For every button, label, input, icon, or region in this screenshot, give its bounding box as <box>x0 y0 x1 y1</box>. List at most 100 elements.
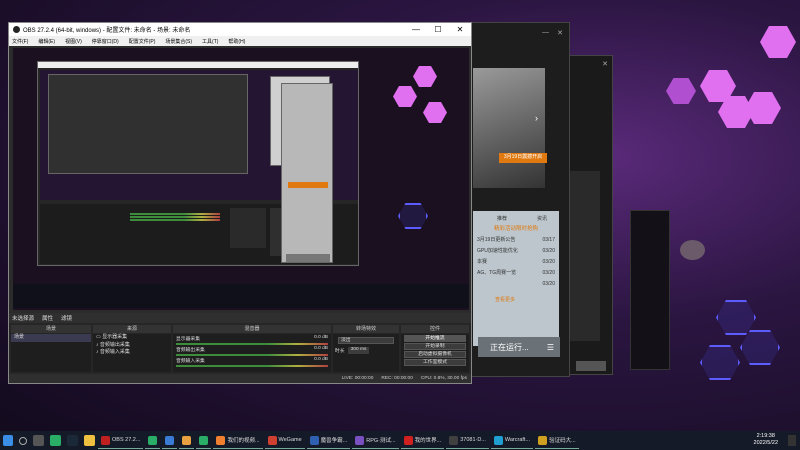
sources-header: 来源 <box>93 325 171 333</box>
scenes-list[interactable]: 场景 <box>11 334 91 372</box>
maximize-button[interactable]: ☐ <box>427 25 449 34</box>
tab-news[interactable]: 资讯 <box>537 215 547 223</box>
taskbar-app[interactable]: 37081·D... <box>446 432 489 449</box>
warcraft-icon <box>309 435 319 445</box>
source-item[interactable]: ♪ 音频输入采集 <box>93 349 171 357</box>
wechat-icon <box>199 435 209 445</box>
list-item[interactable]: 本赛 03/20 <box>473 257 559 268</box>
docks-area: 未选择源 属性 滤镜 场景 场景 来源 ▭ 显示器采集 ♪ 音频输出采集 ♪ 音… <box>9 313 471 383</box>
window-close-icon[interactable]: ✕ <box>602 60 608 68</box>
menu-file[interactable]: 文件(F) <box>12 38 28 45</box>
list-item[interactable]: 3月19日更新公告 03/17 <box>473 235 559 246</box>
live-status: LIVE: 00:00:00 <box>341 376 374 381</box>
taskbar-app[interactable]: 验证码大... <box>535 432 579 449</box>
rec-status: REC: 00:00:00 <box>381 376 413 381</box>
sources-list[interactable]: ▭ 显示器采集 ♪ 音频输出采集 ♪ 音频输入采集 <box>93 334 171 372</box>
menu-help[interactable]: 帮助(H) <box>228 38 245 45</box>
taskbar-app[interactable]: 我们的视频... <box>213 432 263 449</box>
video-icon <box>216 435 226 445</box>
menu-tools[interactable]: 工具(T) <box>202 38 218 45</box>
transitions-panel: 淡出 时长 300 ms <box>333 334 399 372</box>
list-item[interactable]: 03/20 <box>473 279 559 290</box>
source-item[interactable]: ▭ 显示器采集 <box>93 334 171 342</box>
taskbar-app[interactable]: 魔兽争霸... <box>306 432 351 449</box>
menu-view[interactable]: 视图(V) <box>65 38 82 45</box>
menu-edit[interactable]: 编辑(E) <box>38 38 55 45</box>
minimize-button[interactable]: — <box>405 25 427 34</box>
next-arrow-icon[interactable]: › <box>535 113 538 123</box>
cpu-status: CPU: 0.8%, 30.00 fps <box>420 376 467 381</box>
wechat-icon <box>148 435 158 445</box>
taskbar: OBS 27.2... 我们的视频... WeGame 魔兽争霸... RPG·… <box>0 431 800 450</box>
taskbar-app[interactable] <box>145 432 161 449</box>
tab-recommend[interactable]: 推荐 <box>497 215 507 223</box>
folder-icon[interactable] <box>84 435 95 446</box>
task-view-icon[interactable] <box>33 435 44 446</box>
wechat-icon[interactable] <box>50 435 61 446</box>
close-icon[interactable]: ✕ <box>557 29 563 37</box>
windows-start-icon[interactable] <box>3 435 13 446</box>
notification-icon[interactable] <box>788 435 796 446</box>
scene-item[interactable]: 场景 <box>11 334 91 342</box>
transition-select[interactable]: 淡出 <box>338 337 394 344</box>
taskbar-app[interactable] <box>196 432 212 449</box>
properties-button[interactable]: 属性 <box>42 314 53 322</box>
controls-panel: 开始推流 开始录制 启动虚拟摄像机 工作室模式 <box>401 334 469 372</box>
audio-mixer: 显示器采集 0.0 dB 音频输出采集 0.0 dB 音频输入采集 0.0 dB <box>173 334 331 372</box>
obs-icon <box>101 435 110 445</box>
captcha-icon <box>538 435 548 445</box>
channel-db: 0.0 dB <box>314 357 328 362</box>
taskbar-app[interactable]: OBS 27.2... <box>98 432 144 449</box>
list-item[interactable]: GPU加速性能优化 03/20 <box>473 246 559 257</box>
menu-docks[interactable]: 停靠窗口(D) <box>92 38 119 45</box>
netease-icon <box>403 435 413 445</box>
taskbar-app[interactable] <box>179 432 195 449</box>
transitions-header: 转场特效 <box>333 325 399 333</box>
running-label: 正在运行... <box>490 342 529 352</box>
game-client-window[interactable]: — ✕ 3月19日震撼开启 › 推荐 资讯 精彩活动限时抢购 3月19日更新公告… <box>460 22 570 377</box>
running-button[interactable]: 正在运行... ☰ <box>478 337 560 357</box>
menu-bar: 文件(F) 编辑(E) 视图(V) 停靠窗口(D) 配置文件(P) 场景集合(S… <box>9 36 471 46</box>
volume-meter <box>176 365 328 367</box>
nested-client-preview <box>281 83 333 263</box>
taskbar-app[interactable]: WeGame <box>264 432 305 449</box>
rpg-icon <box>355 435 365 445</box>
start-streaming-button[interactable]: 开始推流 <box>404 335 466 342</box>
taskbar-app[interactable] <box>162 432 178 449</box>
taskbar-app[interactable]: 我的世界... <box>400 432 445 449</box>
system-clock[interactable]: 2:19:38 2022/5/22 <box>754 433 778 447</box>
close-button[interactable]: ✕ <box>449 25 471 34</box>
obs-window[interactable]: OBS 27.2.4 (64-bit, windows) - 配置文件: 未命名… <box>8 22 472 384</box>
duration-input[interactable]: 300 ms <box>347 347 370 354</box>
start-recording-button[interactable]: 开始录制 <box>404 343 466 350</box>
title-bar[interactable]: OBS 27.2.4 (64-bit, windows) - 配置文件: 未命名… <box>9 23 471 36</box>
minimize-icon[interactable]: — <box>542 29 549 36</box>
taskbar-app[interactable]: Warcraft... <box>490 432 534 449</box>
clock-time: 2:19:38 <box>756 433 775 439</box>
virtual-camera-button[interactable]: 启动虚拟摄像机 <box>404 351 466 358</box>
news-list: 推荐 资讯 精彩活动限时抢购 3月19日更新公告 03/17 GPU加速性能优化 0… <box>473 211 559 346</box>
search-icon[interactable] <box>19 436 27 445</box>
menu-scene-collection[interactable]: 场景集合(S) <box>165 38 192 45</box>
filters-button[interactable]: 滤镜 <box>61 314 72 322</box>
studio-mode-button[interactable]: 工作室模式 <box>404 359 466 366</box>
no-source-selected: 未选择源 <box>12 316 35 322</box>
menu-profile[interactable]: 配置文件(P) <box>129 38 156 45</box>
obs-app-icon <box>13 26 20 33</box>
mixer-header: 混音器 <box>173 325 331 333</box>
taskbar-app[interactable]: RPG·测试... <box>352 432 399 449</box>
browser-icon <box>165 435 175 445</box>
steam-icon[interactable] <box>67 435 78 446</box>
volume-meter <box>176 343 328 345</box>
source-item[interactable]: ♪ 音频输出采集 <box>93 342 171 350</box>
app-icon <box>449 435 459 445</box>
promo-banner[interactable] <box>473 68 545 188</box>
preview-canvas[interactable] <box>13 48 469 310</box>
promo-button[interactable]: 3月19日震撼开启 <box>499 153 547 163</box>
menu-icon: ☰ <box>546 342 554 352</box>
list-item[interactable]: AG、TG周赛一览 03/20 <box>473 268 559 279</box>
wegame-icon <box>267 435 277 445</box>
more-link[interactable]: 查看更多 <box>473 290 559 303</box>
controls-header: 控件 <box>401 325 469 333</box>
window-title: OBS 27.2.4 (64-bit, windows) - 配置文件: 未命名… <box>23 28 191 34</box>
